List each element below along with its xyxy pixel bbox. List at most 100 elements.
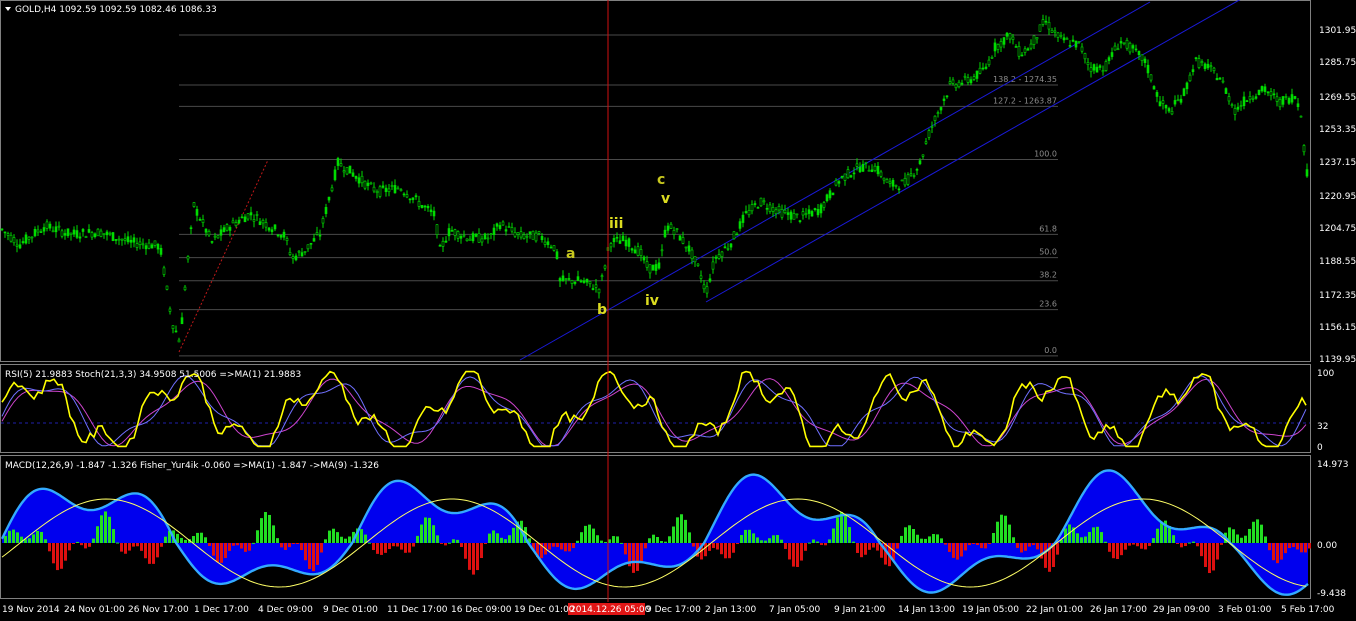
candle-body: [1104, 61, 1108, 71]
macd-histogram-bar: [224, 543, 227, 558]
candle-body: [477, 232, 481, 243]
trading-chart[interactable]: 0.0 23.6 38.2 50.0 61.8 100.0 127.2 - 1263.87 1…: [0, 0, 1356, 621]
candle-body: [1143, 58, 1147, 64]
macd-histogram-bar: [428, 517, 431, 543]
macd-histogram-bar: [492, 530, 495, 543]
candle-body: [1182, 88, 1186, 96]
candle-body: [864, 161, 868, 164]
candle-body: [687, 245, 691, 252]
macd-histogram-bar: [816, 541, 819, 543]
macd-histogram-bar: [392, 543, 395, 547]
macd-fisher-plot: [0, 469, 1311, 596]
fisher-fill-area: [2, 470, 1308, 595]
candle-body: [369, 182, 373, 185]
macd-histogram-bar: [660, 541, 663, 543]
candle-body: [1116, 48, 1120, 51]
macd-histogram-bar: [1132, 543, 1135, 545]
macd-histogram-bar: [876, 543, 879, 551]
macd-histogram-bar: [716, 543, 719, 550]
macd-histogram-bar: [1160, 521, 1163, 543]
candle-body: [723, 246, 727, 249]
trend-channel[interactable]: [519, 0, 1310, 361]
macd-histogram-bar: [300, 543, 303, 551]
macd-histogram-bar: [764, 540, 767, 543]
candle-body: [111, 232, 115, 241]
macd-histogram-bar: [512, 527, 515, 543]
macd-histogram-bar: [940, 538, 943, 543]
macd-histogram-bar: [112, 529, 115, 543]
time-label: 16 Dec 09:00: [451, 605, 512, 615]
macd-histogram-bar: [996, 521, 999, 543]
macd-histogram-bar: [1264, 536, 1267, 543]
candle-body: [147, 242, 151, 249]
candle-body: [1008, 33, 1012, 40]
macd-histogram-bar: [1044, 543, 1047, 568]
macd-histogram-bar: [164, 536, 167, 543]
macd-axis-label: 14.973: [1317, 460, 1349, 470]
candle-body: [963, 75, 967, 78]
candle-body: [567, 278, 571, 280]
candle-body: [1305, 169, 1309, 177]
candle-body: [99, 230, 103, 237]
candle-body: [348, 165, 352, 174]
time-label: 9 Dec 17:00: [646, 605, 701, 615]
candle-body: [360, 175, 364, 184]
candle-body: [1023, 48, 1027, 53]
macd-histogram-bar: [328, 530, 331, 543]
candle-body: [1041, 19, 1045, 25]
macd-histogram-bar: [704, 543, 707, 557]
macd-histogram-bar: [316, 543, 319, 565]
candle-body: [393, 185, 397, 194]
macd-histogram-bar: [280, 543, 283, 548]
candle-body: [1260, 86, 1264, 92]
time-axis[interactable]: 2014.12.26 05:00 19 Nov 2014 24 Nov 01:0…: [2, 603, 1335, 615]
macd-histogram-bar: [800, 543, 803, 561]
macd-histogram-bar: [368, 542, 371, 544]
candle-body: [1197, 58, 1201, 68]
candle-body: [423, 205, 427, 208]
candle-body: [1227, 96, 1231, 102]
candle-body: [1050, 30, 1054, 33]
candle-body: [636, 246, 640, 256]
price-axis[interactable]: 1301.95 1285.75 1269.55 1253.35 1237.15 …: [1319, 26, 1356, 365]
candle-body: [1152, 86, 1156, 90]
candle-body: [969, 79, 973, 84]
triangle-down-icon[interactable]: [5, 7, 11, 11]
candle-body: [951, 79, 955, 84]
macd-histogram-bar: [616, 536, 619, 543]
candle-body: [345, 167, 349, 175]
candle-body: [642, 256, 646, 261]
candle-body: [735, 233, 739, 236]
macd-histogram-bar: [180, 537, 183, 543]
candle-body: [399, 189, 403, 191]
macd-histogram-bar: [956, 543, 959, 560]
macd-histogram-bar: [1296, 543, 1299, 550]
candle-body: [396, 187, 400, 190]
candle-body: [711, 261, 715, 270]
candle-body: [1263, 86, 1267, 92]
candle-body: [1110, 52, 1114, 57]
candle-body: [486, 237, 490, 240]
time-label: 5 Feb 17:00: [1281, 605, 1335, 615]
fibonacci-levels[interactable]: 0.0 23.6 38.2 50.0 61.8 100.0 127.2 - 1263.87 1…: [178, 34, 1058, 357]
candle-body: [108, 232, 112, 235]
macd-histogram-bar: [676, 517, 679, 543]
macd-histogram-bar: [288, 543, 291, 548]
macd-histogram-bar: [448, 542, 451, 544]
candle-body: [942, 98, 946, 101]
candle-body: [1011, 36, 1015, 40]
macd-histogram-bar: [900, 535, 903, 543]
candle-body: [1224, 88, 1228, 94]
candle-body: [225, 224, 229, 231]
time-label: 14 Jan 13:00: [898, 605, 955, 615]
candle-body: [771, 207, 775, 212]
macd-histogram-bar: [640, 543, 643, 562]
candle-body: [573, 281, 577, 284]
candle-body: [213, 235, 217, 238]
candle-body: [462, 234, 466, 237]
macd-histogram-bar: [204, 537, 207, 543]
macd-histogram-bar: [1032, 543, 1035, 546]
candle-body: [672, 230, 676, 235]
candle-body: [72, 229, 76, 235]
macd-histogram-bar: [924, 538, 927, 543]
